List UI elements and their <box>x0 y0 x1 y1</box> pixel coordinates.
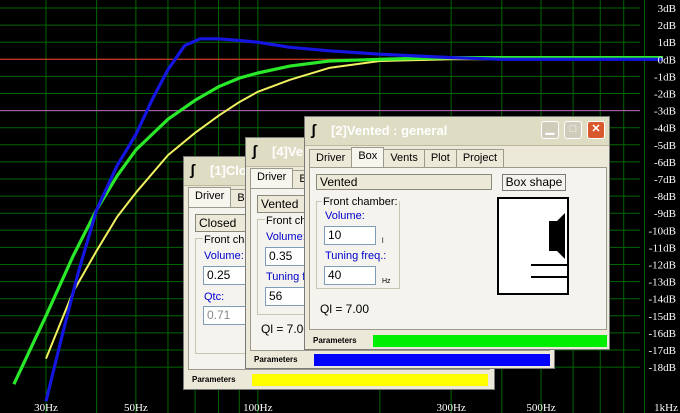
x-axis-labels: 30Hz 50Hz 100Hz 300Hz 500Hz 1kHz <box>34 402 678 413</box>
tab-project[interactable]: Project <box>455 149 505 167</box>
volume-label: Volume: <box>203 250 245 262</box>
y-tick-label: 2dB <box>658 20 676 32</box>
reference-lines <box>0 58 640 112</box>
qtc-label: Qtc: <box>203 291 226 303</box>
tab-driver[interactable]: Driver <box>309 149 353 167</box>
y-tick-label: -12dB <box>649 260 677 272</box>
x-tick-label: 300Hz <box>436 402 465 413</box>
parameters-label: Parameters <box>192 375 236 384</box>
volume-label: Volume: <box>324 210 366 222</box>
x-tick-label: 500Hz <box>526 402 555 413</box>
y-tick-label: -16dB <box>649 328 677 340</box>
close-icon[interactable]: ✕ <box>587 121 605 139</box>
y-tick-label: -2dB <box>654 89 676 101</box>
app-icon: ʃ <box>252 143 257 160</box>
ql-readout: Ql = 7.00 <box>320 302 370 316</box>
y-tick-label: -6dB <box>654 157 676 169</box>
curve-color-bar <box>252 374 488 386</box>
front-chamber-label: Front chamber: <box>322 196 399 208</box>
app-icon: ʃ <box>311 122 316 139</box>
y-tick-label: 0dB <box>658 54 676 66</box>
y-tick-label: -17dB <box>649 345 677 357</box>
y-tick-label: -4dB <box>654 123 676 135</box>
curve-color-bar <box>373 335 607 347</box>
y-tick-label: -8dB <box>654 191 676 203</box>
x-tick-label: 1kHz <box>654 402 678 413</box>
y-tick-label: 3dB <box>658 3 676 15</box>
tuning-unit: Hz <box>382 278 391 285</box>
x-tick-label: 100Hz <box>243 402 272 413</box>
box-diagram <box>497 197 569 295</box>
tab-driver[interactable]: Driver <box>188 187 232 208</box>
speaker-cone-icon <box>557 213 565 259</box>
volume-input[interactable]: 10 <box>324 226 376 245</box>
volume-label: Volume: <box>265 231 307 243</box>
window-title: [4]Ve <box>272 144 304 159</box>
y-tick-label: -15dB <box>649 311 677 323</box>
tab-box[interactable]: Box <box>351 147 385 168</box>
y-tick-label: -9dB <box>654 208 676 220</box>
y-tick-label: -13dB <box>649 277 677 289</box>
tab-strip: Driver Box Vents Plot Project <box>309 147 505 168</box>
window-title: [1]Clo <box>210 163 247 178</box>
box-type-field: Vented <box>316 174 492 190</box>
x-tick-label: 30Hz <box>34 402 58 413</box>
ql-readout: Ql = 7.00 <box>261 322 311 336</box>
tuning-input[interactable]: 40 <box>324 266 376 285</box>
y-tick-label: -5dB <box>654 140 676 152</box>
box-shape-button[interactable]: Box shape <box>502 174 566 191</box>
y-tick-label: -18dB <box>649 362 677 374</box>
y-tick-label: -3dB <box>654 106 676 118</box>
volume-unit: l <box>382 238 384 245</box>
y-tick-label: -14dB <box>649 294 677 306</box>
y-tick-label: -11dB <box>649 242 676 254</box>
tuning-label: Tuning freq.: <box>324 250 388 262</box>
vented-box-window-2[interactable]: ʃ [2]Vented : general ▁ □ ✕ Driver Box V… <box>304 116 610 350</box>
tab-plot[interactable]: Plot <box>423 149 457 167</box>
tab-driver[interactable]: Driver <box>250 168 294 189</box>
speaker-driver-icon <box>549 221 557 251</box>
x-tick-label: 50Hz <box>124 402 148 413</box>
tab-strip: Driver B <box>188 187 252 208</box>
tab-vents[interactable]: Vents <box>383 149 425 167</box>
tab-panel: Vented Box shape Front chamber: Volume: … <box>309 167 607 330</box>
front-chamber-label: Front ch <box>265 215 308 227</box>
maximize-icon[interactable]: □ <box>564 121 582 139</box>
parameters-label: Parameters <box>254 355 298 364</box>
y-tick-label: -10dB <box>649 225 677 237</box>
curve-color-bar <box>314 354 550 366</box>
y-tick-label: -1dB <box>654 71 676 83</box>
window-title: [2]Vented : general <box>331 123 448 138</box>
app-icon: ʃ <box>190 162 195 179</box>
minimize-icon[interactable]: ▁ <box>541 121 559 139</box>
y-tick-label: -7dB <box>654 174 676 186</box>
y-tick-label: 1dB <box>658 37 676 49</box>
parameters-label: Parameters <box>313 336 357 345</box>
title-bar[interactable]: ʃ [2]Vented : general ▁ □ ✕ <box>305 117 609 146</box>
